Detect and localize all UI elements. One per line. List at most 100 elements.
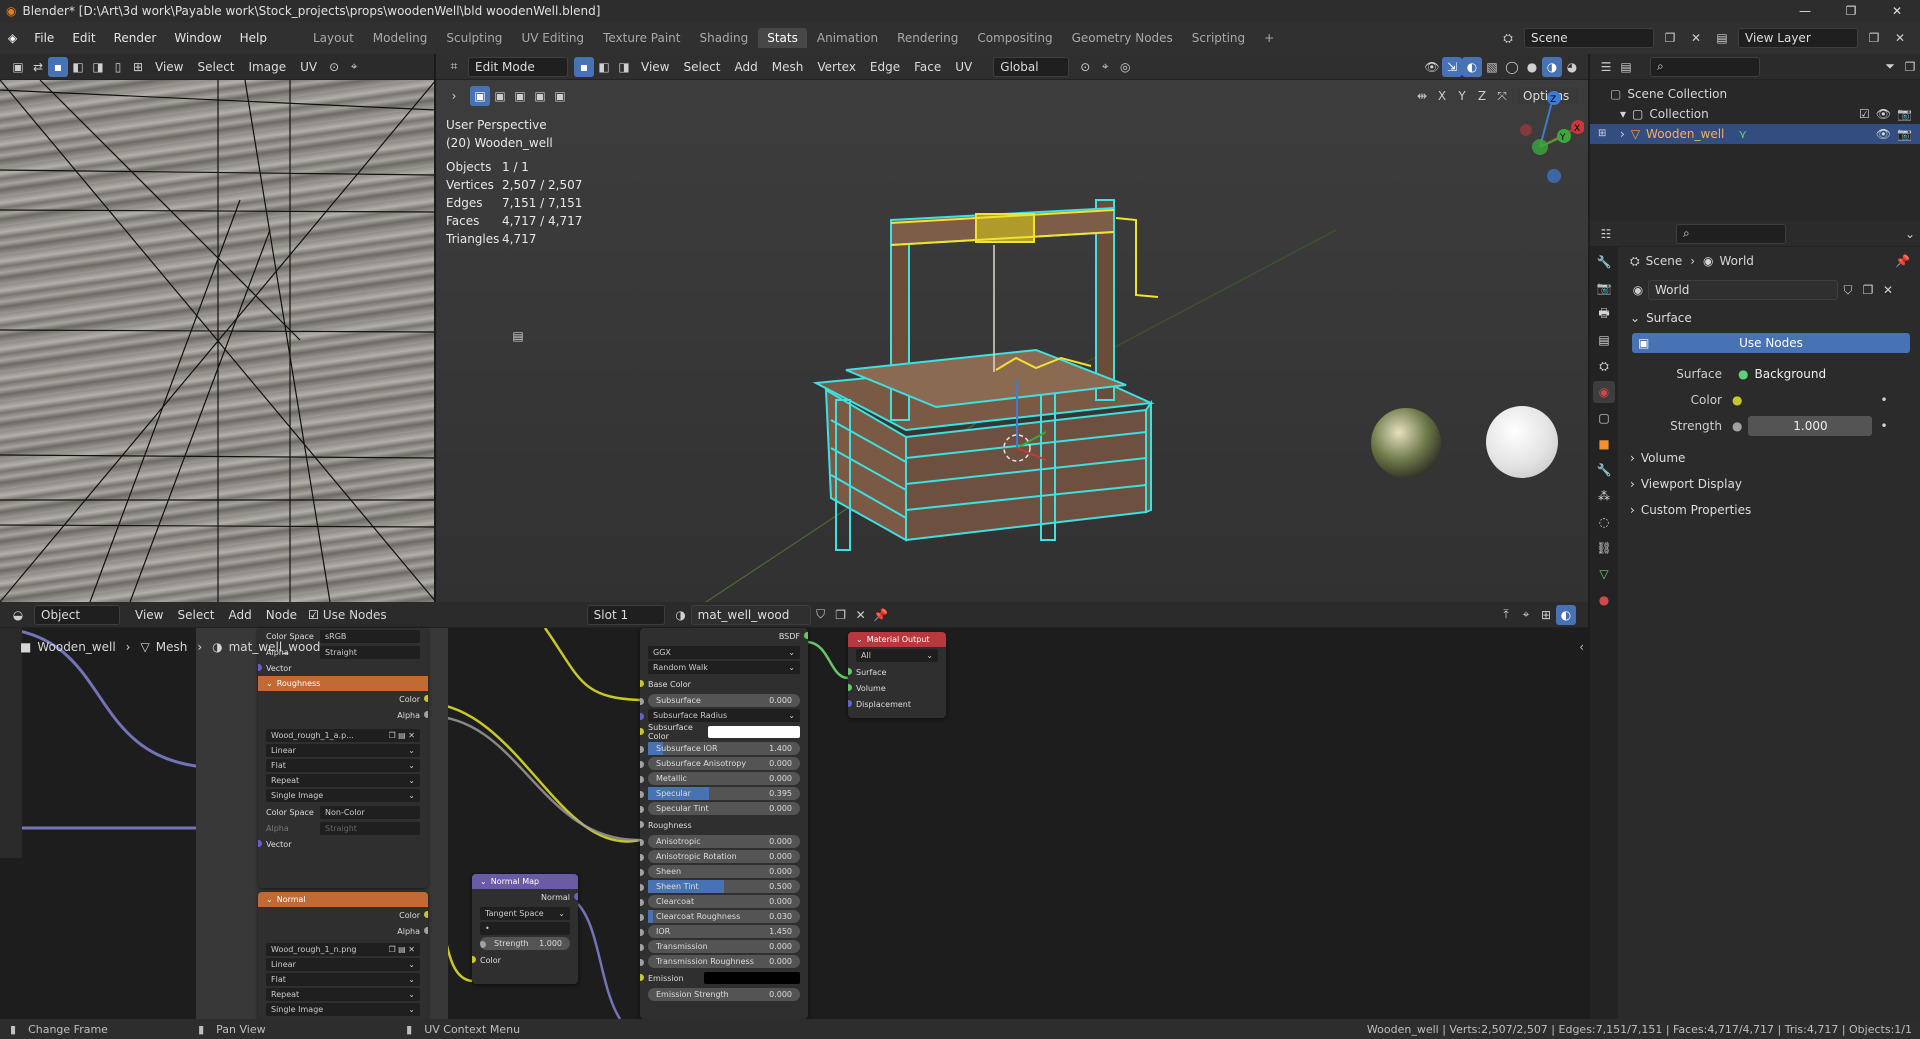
wood-texture-image[interactable] xyxy=(0,80,434,602)
material-output-node[interactable]: ⌄ Material Output All ⌄ Surface Volume Dis… xyxy=(848,632,946,718)
outliner-scene-collection[interactable]: ▢ Scene Collection xyxy=(1610,84,1920,104)
fake-user-icon[interactable]: ⛉ xyxy=(1838,280,1858,300)
normal-interp-select[interactable]: Linear ⌄ xyxy=(266,958,420,971)
bsdf-value-field[interactable]: Transmission Roughness 0.000 xyxy=(640,955,800,968)
color-keyframe-icon[interactable]: • xyxy=(1880,393,1887,407)
object-tab-icon[interactable]: ■ xyxy=(1593,433,1615,455)
image-menu-view[interactable]: View xyxy=(148,60,190,74)
roughness-source-select[interactable]: Single Image ⌄ xyxy=(266,789,420,802)
material-browse-icon[interactable]: ◑ xyxy=(671,605,691,625)
editor-type-icon[interactable]: ▣ xyxy=(8,57,28,77)
close-window-button[interactable]: ✕ xyxy=(1874,4,1920,18)
tool-tab-icon[interactable]: 🔧 xyxy=(1593,251,1615,273)
bsdf-input-socket[interactable] xyxy=(640,746,644,753)
roughness-interp-select[interactable]: Linear ⌄ xyxy=(266,744,420,757)
tab-geometry-nodes[interactable]: Geometry Nodes xyxy=(1063,28,1182,48)
roughness-image-select[interactable]: Wood_rough_1_a.p... ❐ ▤ ✕ xyxy=(266,729,420,742)
tab-shading[interactable]: Shading xyxy=(690,28,757,48)
world-tab-icon[interactable]: ◉ xyxy=(1593,381,1615,403)
delete-view-layer-icon[interactable]: ✕ xyxy=(1890,28,1910,48)
new-view-layer-icon[interactable]: ❐ xyxy=(1864,28,1884,48)
normalmap-space-select[interactable]: Tangent Space ⌄ xyxy=(480,907,570,920)
emission-color-swatch[interactable] xyxy=(704,972,800,984)
tab-layout[interactable]: Layout xyxy=(304,28,363,48)
bsdf-value-field[interactable]: IOR 1.450 xyxy=(640,925,800,938)
vp-menu-select[interactable]: Select xyxy=(676,60,727,74)
node-menu-select[interactable]: Select xyxy=(170,608,221,622)
vp-menu-edge[interactable]: Edge xyxy=(863,60,907,74)
bsdf-roughness-socket[interactable] xyxy=(640,821,644,828)
particles-tab-icon[interactable]: ⁂ xyxy=(1593,485,1615,507)
tab-stats[interactable]: Stats xyxy=(758,28,807,48)
bsdf-value-field[interactable]: Metallic 0.000 xyxy=(640,772,800,785)
outliner-object-row[interactable]: ⊞ › ▽ Wooden_well ⋎ 👁 📷 xyxy=(1590,124,1920,144)
principled-bsdf-node[interactable]: BSDF GGX ⌄ Random Walk ⌄ Base Color Subsur… xyxy=(640,628,808,1019)
roughness-color-socket[interactable] xyxy=(424,695,428,702)
bsdf-emission-socket[interactable] xyxy=(640,974,644,981)
properties-search-input[interactable]: ⌕ xyxy=(1676,223,1786,244)
data-tab-icon[interactable]: ▽ xyxy=(1593,563,1615,585)
vp-menu-vertex[interactable]: Vertex xyxy=(810,60,863,74)
bsdf-input-socket[interactable] xyxy=(640,944,644,951)
bsdf-input-socket[interactable] xyxy=(640,698,644,705)
surface-section-header[interactable]: ⌄ Surface xyxy=(1626,305,1916,331)
render-camera-icon[interactable]: 📷 xyxy=(1897,104,1912,124)
normal-image-select[interactable]: Wood_rough_1_n.png ❐ ▤ ✕ xyxy=(266,943,420,956)
bsdf-value-field[interactable]: Sheen Tint 0.500 xyxy=(640,880,800,893)
bsdf-select-field[interactable]: Subsurface Radius ⌄ xyxy=(640,709,800,722)
view-layer-selector[interactable]: View Layer xyxy=(1738,28,1858,48)
bsdf-input-socket[interactable] xyxy=(640,761,644,768)
node-editor-type-icon[interactable]: ◒ xyxy=(8,605,28,625)
normal-alpha-socket[interactable] xyxy=(424,927,428,934)
bsdf-input-socket[interactable] xyxy=(640,899,644,906)
mode-selector[interactable]: Edit Mode xyxy=(468,56,568,77)
bsdf-input-socket[interactable] xyxy=(640,929,644,936)
pivot-point-icon[interactable]: ⊙ xyxy=(1075,57,1095,77)
menu-help[interactable]: Help xyxy=(231,31,276,45)
bsdf-input-socket[interactable] xyxy=(640,884,644,891)
pin-icon[interactable]: 📌 xyxy=(1895,254,1910,268)
wireframe-shading-icon[interactable]: ◯ xyxy=(1502,57,1522,77)
use-nodes-checkbox[interactable]: ☑ xyxy=(308,608,319,622)
scene-tab-icon[interactable]: ⛭ xyxy=(1593,355,1615,377)
menu-window[interactable]: Window xyxy=(165,31,230,45)
minimize-button[interactable]: — xyxy=(1782,4,1828,18)
gizmo-icon[interactable]: ⇲ xyxy=(1442,56,1462,77)
bsdf-input-socket[interactable] xyxy=(640,713,644,720)
vp-menu-face[interactable]: Face xyxy=(907,60,948,74)
new-collection-icon[interactable]: ❐ xyxy=(1900,57,1920,77)
tab-scripting[interactable]: Scripting xyxy=(1183,28,1254,48)
delete-scene-icon[interactable]: ✕ xyxy=(1686,28,1706,48)
bsdf-value-field[interactable]: Clearcoat Roughness 0.030 xyxy=(640,910,800,923)
node-overlay-icon[interactable]: ◐ xyxy=(1556,604,1576,625)
use-nodes-button[interactable]: ▣ Use Nodes xyxy=(1632,333,1910,353)
tab-animation[interactable]: Animation xyxy=(808,28,887,48)
volume-section-header[interactable]: › Volume xyxy=(1626,445,1916,471)
bsdf-input-socket[interactable] xyxy=(640,806,644,813)
island-select-icon[interactable]: ▯ xyxy=(108,57,128,77)
sync-selection-icon[interactable]: ⇄ xyxy=(28,57,48,77)
material-duplicate-icon[interactable]: ❐ xyxy=(831,605,851,625)
duplicate-world-icon[interactable]: ❐ xyxy=(1858,280,1878,300)
bsdf-input-socket[interactable] xyxy=(640,791,644,798)
render-tab-icon[interactable]: 📷 xyxy=(1593,277,1615,299)
bsdf-value-field[interactable]: Anisotropic Rotation 0.000 xyxy=(640,850,800,863)
outliner-collection[interactable]: ▾ ▢ Collection ☑ 👁 📷 xyxy=(1610,104,1920,124)
surface-shader-selector[interactable]: ● Background xyxy=(1732,364,1872,384)
normal-map-node[interactable]: ⌄ Normal Map Normal Tangent Space ⌄ • Stre… xyxy=(472,874,578,984)
world-browse-icon[interactable]: ◉ xyxy=(1628,280,1648,300)
snap-node-icon[interactable]: ⌖ xyxy=(1516,605,1536,625)
exclude-checkbox[interactable]: ☑ xyxy=(1859,104,1870,124)
outliner-editor-type-icon[interactable]: ☰ xyxy=(1596,57,1616,77)
bsdf-input-socket[interactable] xyxy=(640,776,644,783)
tab-sculpting[interactable]: Sculpting xyxy=(437,28,511,48)
xray-icon[interactable]: ▧ xyxy=(1482,57,1502,77)
filter-icon[interactable]: ⏷ xyxy=(1880,57,1900,77)
object-render-camera-icon[interactable]: 📷 xyxy=(1897,124,1912,144)
pivot-icon[interactable]: ⊙ xyxy=(324,57,344,77)
blender-menu-icon[interactable]: ◈ xyxy=(8,31,17,45)
normal-proj-select[interactable]: Flat ⌄ xyxy=(266,973,420,986)
normal-color-socket[interactable] xyxy=(424,911,428,918)
node-menu-add[interactable]: Add xyxy=(222,608,259,622)
properties-editor-type-icon[interactable]: ☷ xyxy=(1596,224,1616,244)
